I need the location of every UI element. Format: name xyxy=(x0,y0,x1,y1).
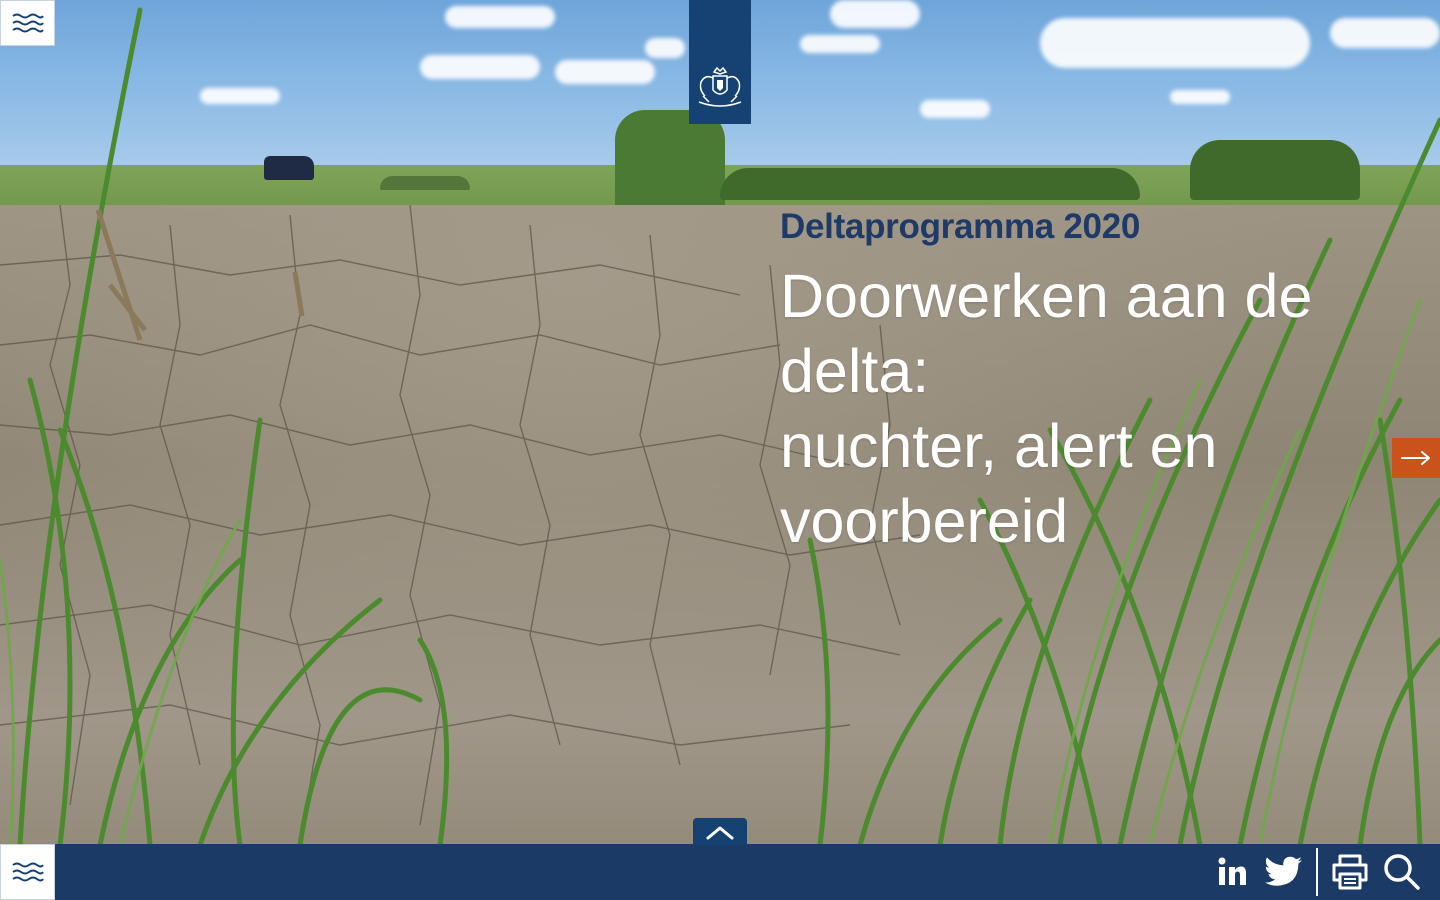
kicker-title: Deltaprogramma 2020 xyxy=(780,207,1141,246)
twitter-share-button[interactable] xyxy=(1258,844,1310,900)
hero-title-block: Deltaprogramma 2020 Doorwerken aan de de… xyxy=(780,205,1380,559)
next-page-button[interactable] xyxy=(1392,438,1440,478)
scroll-up-button[interactable] xyxy=(693,818,747,845)
toolbar-divider xyxy=(1316,848,1318,896)
print-button[interactable] xyxy=(1324,844,1376,900)
headline-line: Doorwerken aan de xyxy=(780,262,1313,330)
headline: Doorwerken aan de delta: nuchter, alert … xyxy=(780,259,1380,559)
waves-menu-icon xyxy=(11,13,44,33)
search-button[interactable] xyxy=(1376,844,1428,900)
linkedin-icon xyxy=(1218,857,1246,885)
coat-of-arms-icon xyxy=(698,66,742,107)
print-icon xyxy=(1332,854,1368,890)
page: Deltaprogramma 2020 Doorwerken aan de de… xyxy=(0,0,1440,900)
share-tools xyxy=(1206,844,1428,900)
headline-line: delta: xyxy=(780,337,930,405)
linkedin-share-button[interactable] xyxy=(1206,844,1258,900)
menu-button[interactable] xyxy=(0,0,55,46)
footer-menu-button[interactable] xyxy=(0,844,55,900)
headline-line: voorbereid xyxy=(780,487,1069,555)
search-icon xyxy=(1384,854,1420,890)
rijksoverheid-logo[interactable] xyxy=(689,0,751,124)
waves-menu-icon xyxy=(11,862,44,882)
chevron-up-icon xyxy=(706,826,734,839)
arrow-right-icon xyxy=(1401,451,1430,465)
twitter-icon xyxy=(1265,856,1302,886)
headline-line: nuchter, alert en xyxy=(780,412,1218,480)
